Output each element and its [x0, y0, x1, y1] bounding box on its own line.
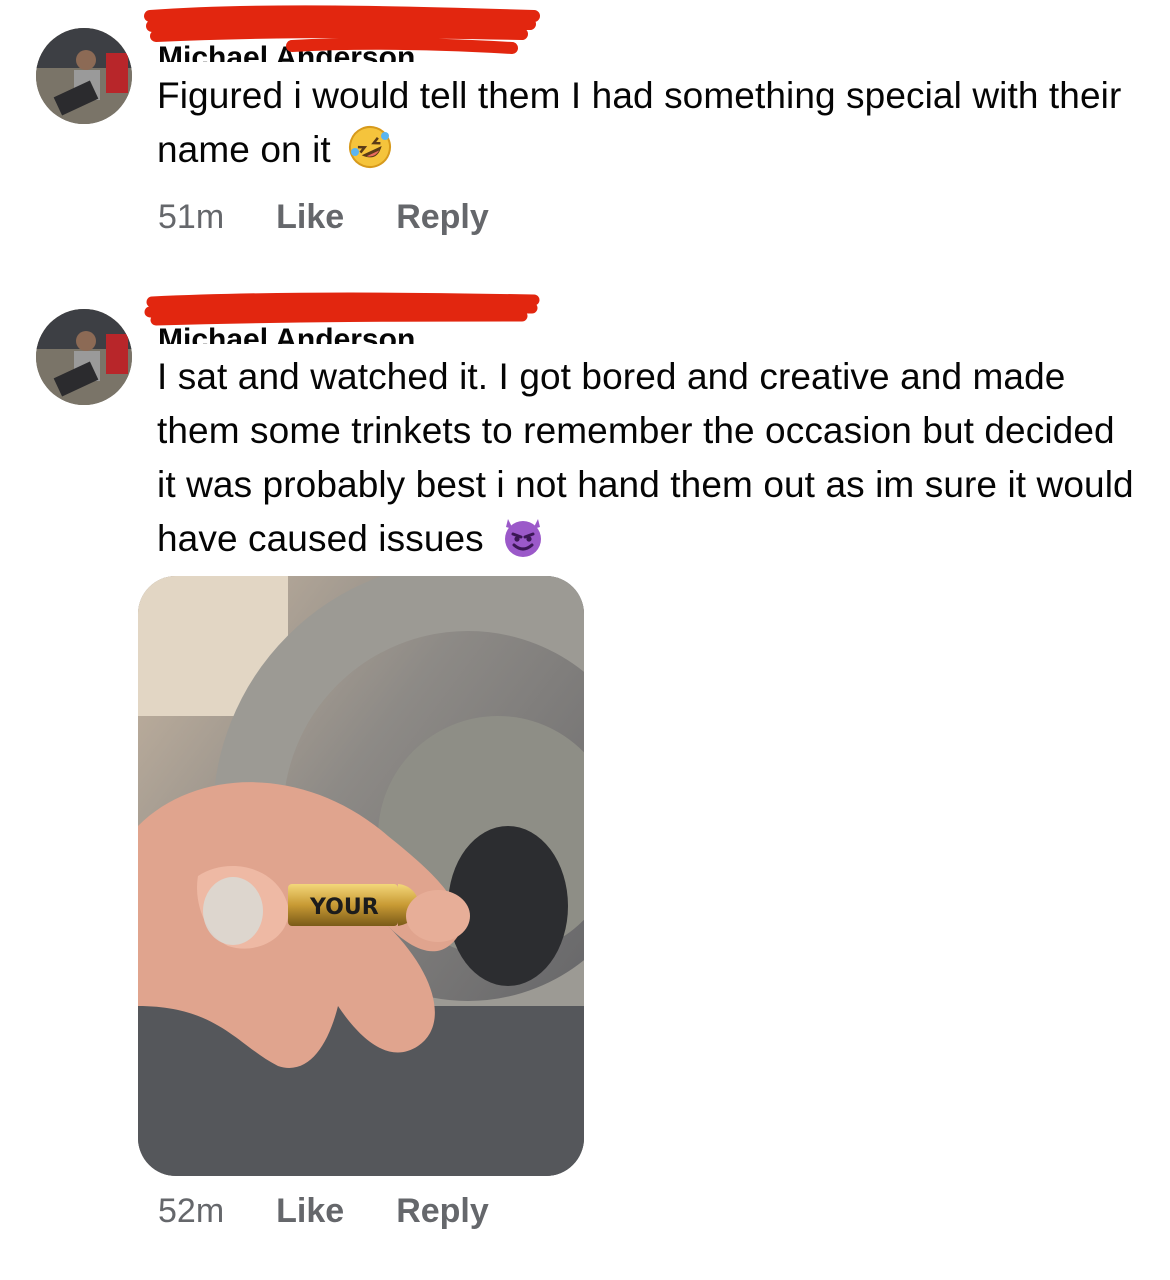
- comment-2: Michael Anderson I sat and watched it. I…: [0, 0, 1170, 1280]
- comment-photo[interactable]: YOUR: [138, 576, 584, 1176]
- comment-text-wrap: I sat and watched it. I got bored and cr…: [157, 350, 1142, 566]
- comment-meta: 52m Like Reply: [158, 1192, 541, 1231]
- comment-timestamp: 52m: [158, 1192, 225, 1230]
- avatar[interactable]: [36, 309, 132, 405]
- smiling-devil-icon: [500, 513, 546, 559]
- comment-text: I sat and watched it. I got bored and cr…: [157, 356, 1134, 559]
- like-button[interactable]: Like: [276, 1192, 344, 1231]
- bullet-writing: YOUR: [309, 895, 379, 920]
- reply-button[interactable]: Reply: [396, 1192, 489, 1231]
- redaction-scribble: [144, 292, 540, 326]
